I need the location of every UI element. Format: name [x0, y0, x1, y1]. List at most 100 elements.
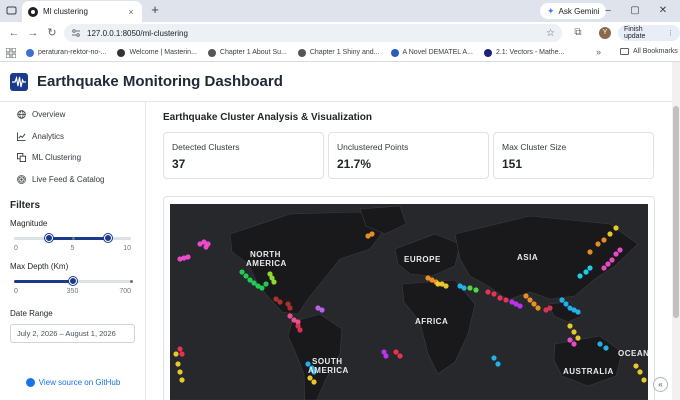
close-window-button[interactable]: ✕ — [655, 3, 671, 19]
earthquake-point[interactable] — [277, 299, 283, 305]
earthquake-point[interactable] — [497, 295, 503, 301]
address-bar[interactable]: 127.0.0.1:8050/ml-clustering ☆ — [64, 24, 562, 42]
earthquake-point[interactable] — [641, 377, 647, 383]
earthquake-point[interactable] — [287, 305, 293, 311]
earthquake-point[interactable] — [177, 346, 183, 352]
earthquake-point[interactable] — [443, 283, 449, 289]
tab-close-icon[interactable]: × — [126, 7, 136, 17]
earthquake-point[interactable] — [613, 251, 619, 257]
earthquake-point[interactable] — [567, 337, 573, 343]
earthquake-point[interactable] — [587, 249, 593, 255]
bookmark-item[interactable]: 2.1: Vectors - Mathe... — [483, 48, 564, 57]
earthquake-point[interactable] — [605, 261, 611, 267]
earthquake-point[interactable] — [633, 363, 639, 369]
reload-button[interactable]: ↻ — [44, 25, 60, 41]
sidebar-item-analytics[interactable]: Analytics — [0, 126, 145, 148]
earthquake-point[interactable] — [179, 377, 185, 383]
earthquake-point[interactable] — [559, 297, 565, 303]
earthquake-point[interactable] — [601, 237, 607, 243]
earthquake-point[interactable] — [311, 379, 317, 385]
earthquake-point[interactable] — [609, 257, 615, 263]
earthquake-point[interactable] — [179, 351, 185, 357]
earthquake-point[interactable] — [491, 355, 497, 361]
earthquake-point[interactable] — [577, 273, 583, 279]
sidebar-item-live-feed[interactable]: Live Feed & Catalog — [0, 169, 145, 191]
earthquake-point[interactable] — [583, 269, 589, 275]
earthquake-point[interactable] — [601, 265, 607, 271]
earthquake-point[interactable] — [307, 375, 313, 381]
page-scrollbar[interactable] — [672, 62, 680, 400]
magnitude-min-handle[interactable] — [45, 234, 54, 242]
new-tab-button[interactable]: + — [148, 3, 162, 17]
collapse-sidebar-button[interactable]: « — [653, 377, 668, 392]
earthquake-point[interactable] — [567, 323, 573, 329]
earthquake-point[interactable] — [547, 305, 553, 311]
earthquake-point[interactable] — [637, 369, 643, 375]
bookmark-item[interactable]: A Novel DEMATEL A... — [390, 48, 473, 57]
earthquake-point[interactable] — [393, 349, 399, 355]
browser-menu-icon[interactable]: ⋮ — [667, 29, 674, 37]
earthquake-point[interactable] — [185, 254, 191, 260]
earthquake-point[interactable] — [203, 244, 209, 250]
extensions-puzzle-icon[interactable]: ⧉ — [570, 25, 586, 41]
bookmark-item[interactable]: peraturan-rektor-no-... — [26, 48, 106, 57]
magnitude-max-handle[interactable] — [103, 234, 112, 242]
earthquake-point[interactable] — [263, 281, 269, 287]
maximize-window-button[interactable]: ▢ — [627, 3, 643, 19]
earthquake-point[interactable] — [319, 307, 325, 313]
earthquake-point[interactable] — [239, 269, 245, 275]
earthquake-point[interactable] — [297, 327, 303, 333]
magnitude-range-slider[interactable] — [14, 233, 131, 243]
earthquake-point[interactable] — [383, 353, 389, 359]
earthquake-point[interactable] — [461, 285, 467, 291]
earthquake-point[interactable] — [485, 289, 491, 295]
earthquake-point[interactable] — [531, 301, 537, 307]
earthquake-point[interactable] — [503, 297, 509, 303]
earthquake-point[interactable] — [587, 265, 593, 271]
bookmark-item[interactable]: Chapter 1 Shiny and... — [297, 48, 380, 57]
earthquake-point[interactable] — [369, 231, 375, 237]
ask-gemini-button[interactable]: ✦ Ask Gemini — [540, 3, 607, 19]
forward-button[interactable]: → — [25, 25, 41, 41]
earthquake-point[interactable] — [571, 329, 577, 335]
back-button[interactable]: ← — [6, 25, 22, 41]
earthquake-cluster-map[interactable]: NORTH AMERICA EUROPE ASIA AFRICA SOUTH A… — [170, 204, 648, 400]
earthquake-point[interactable] — [259, 285, 265, 291]
sidebar-item-ml-clustering[interactable]: ML Clustering — [0, 147, 145, 169]
earthquake-point[interactable] — [495, 361, 501, 367]
site-info-icon[interactable] — [71, 28, 81, 38]
earthquake-point[interactable] — [575, 309, 581, 315]
max-depth-slider[interactable] — [14, 276, 133, 286]
earthquake-point[interactable] — [595, 241, 601, 247]
bookmark-item[interactable]: Welcome | Masterin... — [117, 48, 197, 57]
earthquake-point[interactable] — [491, 291, 497, 297]
earthquake-point[interactable] — [271, 279, 277, 285]
earthquake-point[interactable] — [603, 345, 609, 351]
bookmark-star-icon[interactable]: ☆ — [546, 28, 555, 39]
minimize-window-button[interactable]: – — [600, 3, 616, 19]
earthquake-point[interactable] — [473, 287, 479, 293]
earthquake-point[interactable] — [173, 351, 179, 357]
finish-update-button[interactable]: Finish update ⋮ — [618, 25, 680, 41]
earthquake-point[interactable] — [617, 247, 623, 253]
earthquake-point[interactable] — [175, 361, 181, 367]
all-bookmarks-button[interactable]: All Bookmarks — [620, 48, 678, 55]
earthquake-point[interactable] — [607, 231, 613, 237]
earthquake-point[interactable] — [575, 335, 581, 341]
github-source-link[interactable]: View source on GitHub — [0, 378, 146, 387]
earthquake-point[interactable] — [177, 369, 183, 375]
scrollbar-thumb[interactable] — [673, 106, 679, 318]
earthquake-point[interactable] — [523, 293, 529, 299]
earthquake-point[interactable] — [517, 303, 523, 309]
earthquake-point[interactable] — [527, 297, 533, 303]
bookmark-item[interactable]: Chapter 1 About Su... — [207, 48, 287, 57]
earthquake-point[interactable] — [613, 225, 619, 231]
earthquake-point[interactable] — [571, 341, 577, 347]
earthquake-point[interactable] — [397, 353, 403, 359]
earthquake-point[interactable] — [243, 273, 249, 279]
date-range-picker[interactable]: July 2, 2026 – August 1, 2026 — [10, 324, 135, 343]
earthquake-point[interactable] — [597, 341, 603, 347]
earthquake-point[interactable] — [535, 305, 541, 311]
browser-tab-active[interactable]: Ml clustering × — [22, 1, 142, 22]
tab-search-button[interactable] — [5, 4, 18, 17]
